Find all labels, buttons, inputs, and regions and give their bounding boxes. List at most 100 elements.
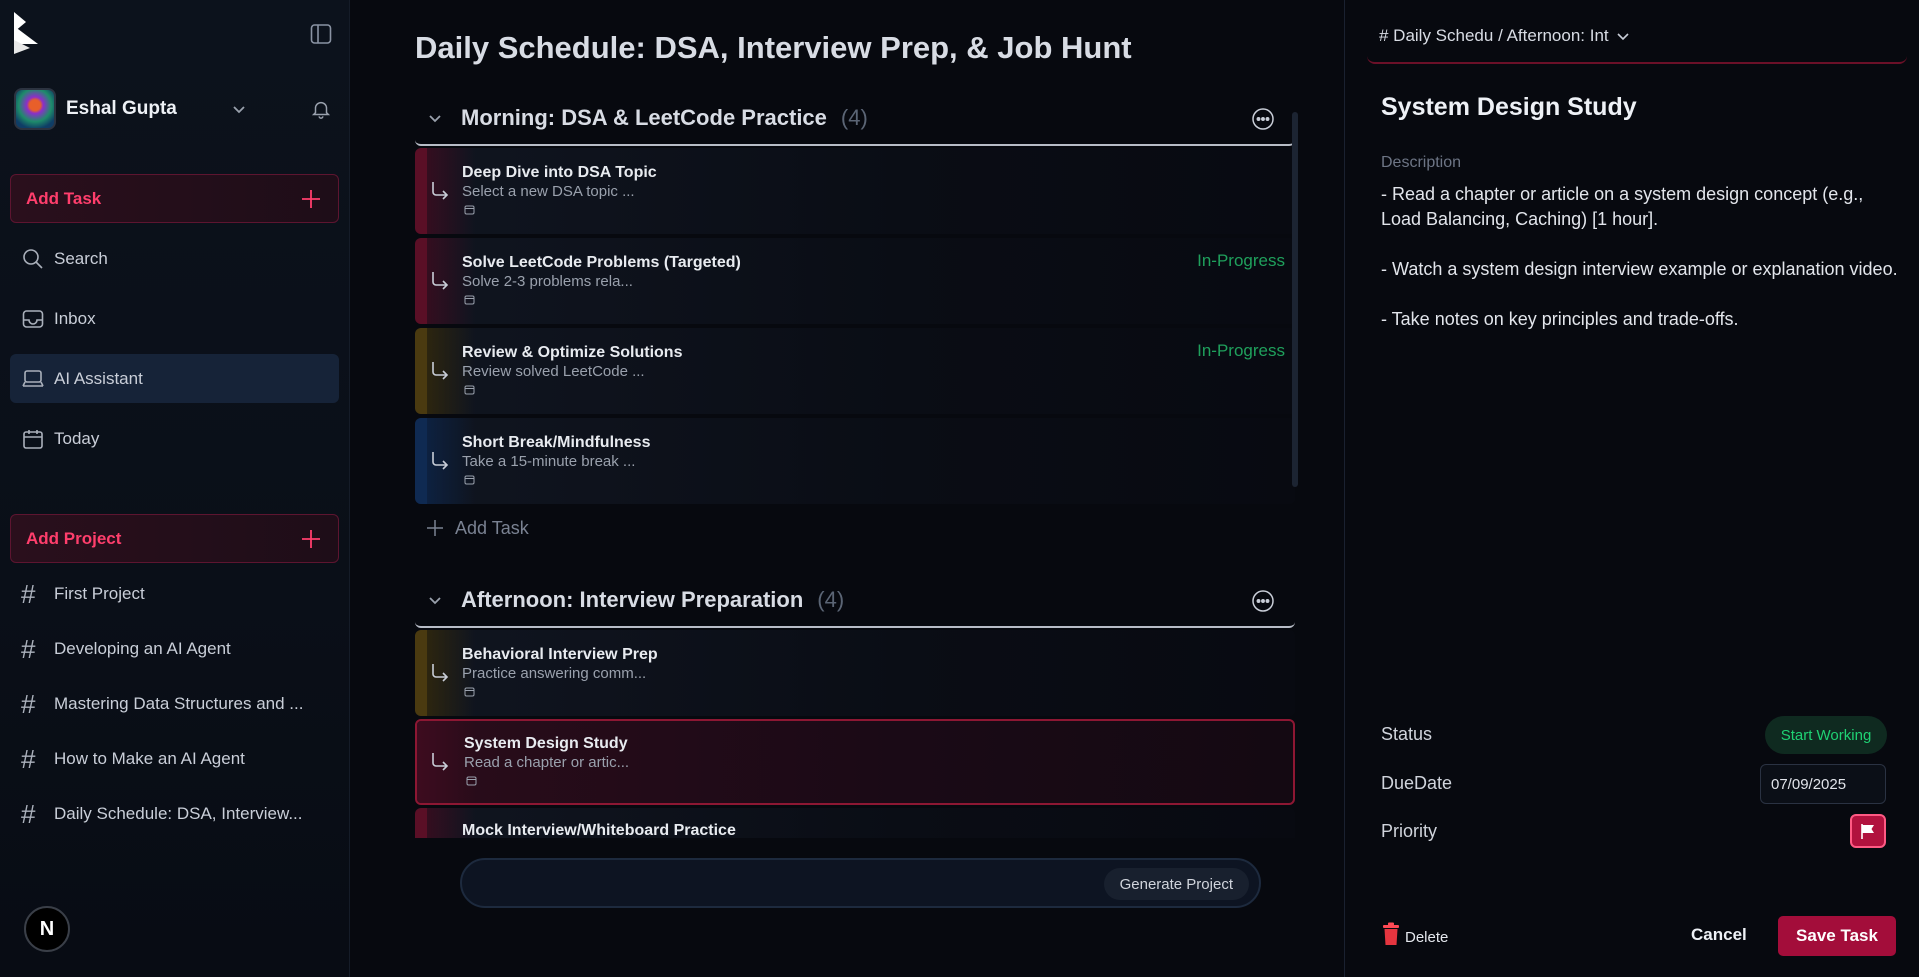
- search-icon: [23, 248, 43, 269]
- section-count: (4): [840, 105, 868, 130]
- user-menu[interactable]: Eshal Gupta: [14, 88, 334, 130]
- breadcrumb[interactable]: # Daily Schedu / Afternoon: Int: [1379, 26, 1631, 46]
- plus-icon: [427, 520, 443, 536]
- task-status: In-Progress: [1197, 341, 1285, 360]
- nav-today-label: Today: [54, 428, 100, 448]
- breadcrumb-text: # Daily Schedu / Afternoon: Int: [1379, 26, 1609, 45]
- n-badge[interactable]: N: [24, 906, 70, 952]
- task-description: Take a 15-minute break ...: [462, 453, 636, 470]
- task-row[interactable]: Short Break/Mindfulness Take a 15-minute…: [415, 418, 1295, 504]
- subtask-arrow-icon: [432, 753, 449, 771]
- cancel-button[interactable]: Cancel: [1691, 925, 1747, 945]
- add-project-button[interactable]: Add Project: [10, 514, 339, 563]
- app-logo-icon[interactable]: [12, 10, 44, 56]
- avatar: [14, 88, 56, 130]
- task-color-bar: [415, 630, 427, 716]
- section-count: (4): [817, 587, 845, 612]
- calendar-icon: [466, 776, 477, 786]
- nav-inbox[interactable]: Inbox: [10, 294, 339, 343]
- nav-ai-assistant[interactable]: AI Assistant: [10, 354, 339, 403]
- status-button[interactable]: Start Working: [1765, 716, 1887, 754]
- task-row[interactable]: Deep Dive into DSA Topic Select a new DS…: [415, 148, 1295, 234]
- chevron-down-icon[interactable]: [230, 100, 248, 118]
- task-description: Solve 2-3 problems rela...: [462, 273, 633, 290]
- project-item[interactable]: # Mastering Data Structures and ...: [10, 682, 339, 726]
- add-task-button[interactable]: Add Task: [10, 174, 339, 223]
- project-item[interactable]: # How to Make an AI Agent: [10, 737, 339, 781]
- calendar-icon: [464, 475, 475, 485]
- task-title: Behavioral Interview Prep: [462, 646, 658, 663]
- priority-flag-button[interactable]: [1850, 814, 1886, 848]
- calendar-icon: [23, 429, 43, 449]
- section-title: Morning: DSA & LeetCode Practice: [461, 105, 827, 130]
- task-detail-panel: # Daily Schedu / Afternoon: Int System D…: [1344, 0, 1919, 977]
- chevron-down-icon: [1617, 33, 1629, 41]
- sidebar-toggle-icon[interactable]: [309, 22, 333, 46]
- task-title: Review & Optimize Solutions: [462, 344, 683, 361]
- task-color-bar: [415, 238, 427, 324]
- detail-title[interactable]: System Design Study: [1381, 93, 1637, 122]
- chevron-down-icon[interactable]: [425, 108, 445, 128]
- description-line: - Read a chapter or article on a system …: [1381, 184, 1864, 229]
- project-item[interactable]: # Daily Schedule: DSA, Interview...: [10, 792, 339, 836]
- task-color-bar: [415, 808, 427, 838]
- nav-search[interactable]: Search: [10, 234, 339, 283]
- generate-project-button[interactable]: Generate Project: [1103, 868, 1249, 900]
- task-color-bar: [415, 328, 427, 414]
- task-row-selected[interactable]: System Design Study Read a chapter or ar…: [415, 719, 1295, 805]
- task-row[interactable]: Review & Optimize Solutions Review solve…: [415, 328, 1295, 414]
- add-task-inline-button[interactable]: Add Task: [425, 513, 529, 543]
- add-task-inline-label: Add Task: [455, 517, 529, 538]
- subtask-arrow-icon: [432, 664, 449, 682]
- scrollbar-thumb[interactable]: [1292, 112, 1298, 487]
- project-item[interactable]: # Developing an AI Agent: [10, 627, 339, 671]
- laptop-icon: [22, 369, 44, 387]
- delete-button[interactable]: Delete: [1381, 922, 1448, 946]
- project-label: Developing an AI Agent: [54, 639, 231, 658]
- inbox-icon: [22, 309, 44, 328]
- user-name: Eshal Gupta: [66, 98, 177, 119]
- project-label: Daily Schedule: DSA, Interview...: [54, 804, 303, 823]
- hash-icon: #: [21, 799, 36, 829]
- more-options-icon[interactable]: [1251, 589, 1275, 613]
- bell-icon[interactable]: [310, 97, 332, 121]
- task-description: Review solved LeetCode ...: [462, 363, 645, 380]
- task-title: System Design Study: [464, 735, 628, 752]
- calendar-icon: [464, 295, 475, 305]
- project-label: Mastering Data Structures and ...: [54, 694, 304, 713]
- more-options-icon[interactable]: [1251, 107, 1275, 131]
- nav-today[interactable]: Today: [10, 414, 339, 463]
- description-text[interactable]: - Read a chapter or article on a system …: [1381, 182, 1901, 357]
- hash-icon: #: [21, 744, 36, 774]
- task-row[interactable]: Solve LeetCode Problems (Targeted) Solve…: [415, 238, 1295, 324]
- calendar-icon: [464, 385, 475, 395]
- task-status: In-Progress: [1197, 251, 1285, 270]
- add-project-label: Add Project: [26, 528, 122, 548]
- task-row[interactable]: Behavioral Interview Prep Practice answe…: [415, 630, 1295, 716]
- project-label: How to Make an AI Agent: [54, 749, 245, 768]
- section-title: Afternoon: Interview Preparation: [461, 587, 804, 612]
- task-description: Read a chapter or artic...: [464, 754, 630, 771]
- task-title: Short Break/Mindfulness: [462, 434, 651, 451]
- calendar-icon: [464, 687, 475, 697]
- section-header[interactable]: Afternoon: Interview Preparation (4): [415, 574, 1295, 628]
- generate-project-input[interactable]: Generate Project: [460, 858, 1261, 908]
- nav-ai-assistant-label: AI Assistant: [54, 368, 143, 388]
- hash-icon: #: [21, 579, 36, 609]
- nav-search-label: Search: [54, 248, 108, 268]
- description-line: - Take notes on key principles and trade…: [1381, 309, 1739, 329]
- project-item[interactable]: # First Project: [10, 572, 339, 616]
- description-line: - Watch a system design interview exampl…: [1381, 259, 1898, 279]
- task-row[interactable]: Mock Interview/Whiteboard Practice: [415, 808, 1295, 838]
- main-content: Daily Schedule: DSA, Interview Prep, & J…: [351, 0, 1344, 977]
- project-label: First Project: [54, 584, 145, 603]
- plus-icon: [302, 190, 320, 208]
- scrollbar[interactable]: [1292, 100, 1298, 838]
- section-header[interactable]: Morning: DSA & LeetCode Practice (4): [415, 92, 1295, 146]
- due-date-input[interactable]: 07/09/2025: [1760, 764, 1886, 804]
- chevron-down-icon[interactable]: [425, 590, 445, 610]
- subtask-arrow-icon: [432, 452, 449, 470]
- task-description: Practice answering comm...: [462, 665, 647, 682]
- save-task-button[interactable]: Save Task: [1778, 916, 1896, 956]
- task-description: Select a new DSA topic ...: [462, 183, 635, 200]
